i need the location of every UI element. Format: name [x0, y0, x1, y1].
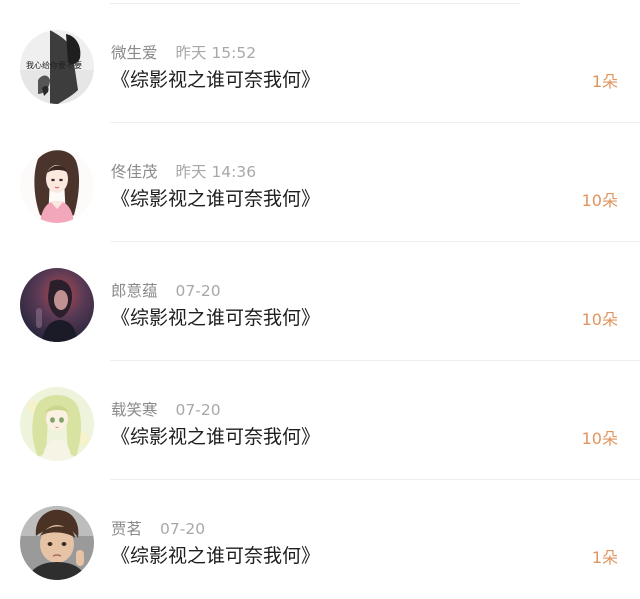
avatar-child-photo-icon — [20, 506, 94, 580]
list-item[interactable]: 佟佳茂 昨天 14:36 《综影视之谁可奈我何》 10朵 — [0, 123, 640, 242]
user-name[interactable]: 郎意蕴 — [111, 282, 158, 300]
list-item[interactable]: 郎意蕴 07-20 《综影视之谁可奈我何》 10朵 — [0, 242, 640, 361]
meta-line: 载笑寒 07-20 — [111, 400, 221, 420]
timestamp: 昨天 15:52 — [175, 44, 257, 62]
avatar-anime-girl-green-icon — [20, 387, 94, 461]
flower-count: 1朵 — [591, 548, 618, 567]
user-name[interactable]: 载笑寒 — [111, 401, 158, 419]
meta-line: 佟佳茂 昨天 14:36 — [111, 162, 256, 182]
avatar[interactable] — [20, 506, 94, 580]
avatar[interactable] — [20, 149, 94, 223]
list-item[interactable]: 贾茗 07-20 《综影视之谁可奈我何》 1朵 — [0, 480, 640, 599]
avatar-anime-girl-pink-icon — [20, 149, 94, 223]
svg-text:我心给你要不要: 我心给你要不要 — [26, 60, 82, 70]
avatar[interactable] — [20, 387, 94, 461]
book-title[interactable]: 《综影视之谁可奈我何》 — [111, 185, 320, 213]
user-name[interactable]: 微生爱 — [111, 44, 158, 62]
book-title[interactable]: 《综影视之谁可奈我何》 — [111, 304, 320, 332]
user-name[interactable]: 贾茗 — [111, 520, 142, 538]
timestamp: 07-20 — [175, 282, 221, 300]
avatar[interactable]: 我心给你要不要 — [20, 30, 94, 104]
flower-count: 10朵 — [581, 191, 618, 210]
meta-line: 郎意蕴 07-20 — [111, 281, 221, 301]
avatar-dark-portrait-icon — [20, 268, 94, 342]
list-item[interactable]: 载笑寒 07-20 《综影视之谁可奈我何》 10朵 — [0, 361, 640, 480]
book-title[interactable]: 《综影视之谁可奈我何》 — [111, 66, 320, 94]
book-title[interactable]: 《综影视之谁可奈我何》 — [111, 423, 320, 451]
flower-count: 10朵 — [581, 310, 618, 329]
avatar[interactable] — [20, 268, 94, 342]
reward-record-list: 我心给你要不要 微生爱 昨天 15:52 《综影视之谁可奈我何》 1朵 佟佳茂 … — [0, 0, 640, 594]
timestamp: 07-20 — [160, 520, 206, 538]
meta-line: 贾茗 07-20 — [111, 519, 205, 539]
meta-line: 微生爱 昨天 15:52 — [111, 43, 256, 63]
book-title[interactable]: 《综影视之谁可奈我何》 — [111, 542, 320, 570]
user-name[interactable]: 佟佳茂 — [111, 163, 158, 181]
flower-count: 10朵 — [581, 429, 618, 448]
list-item[interactable]: 我心给你要不要 微生爱 昨天 15:52 《综影视之谁可奈我何》 1朵 — [0, 4, 640, 123]
flower-count: 1朵 — [591, 72, 618, 91]
timestamp: 07-20 — [175, 401, 221, 419]
timestamp: 昨天 14:36 — [175, 163, 257, 181]
avatar-bw-couple-photo-icon: 我心给你要不要 — [20, 30, 94, 104]
